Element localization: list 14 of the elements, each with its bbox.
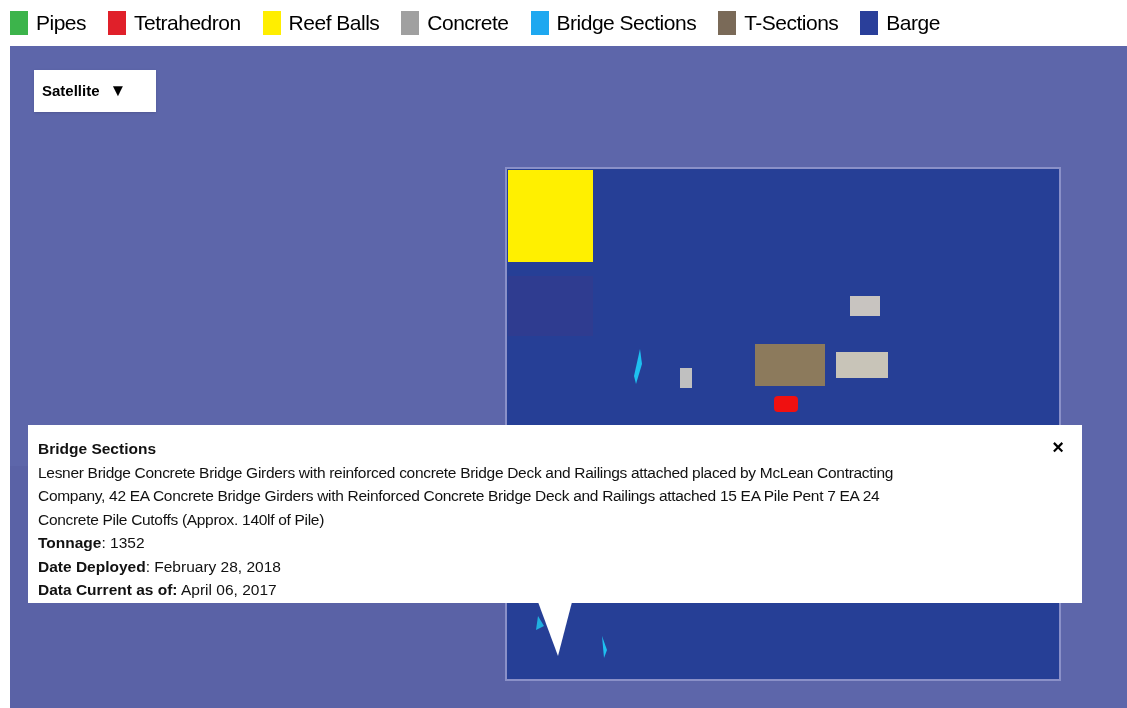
popup-description: Lesner Bridge Concrete Bridge Girders with reinforced concrete Bridge Deck and Railings attached placed by McLean Contracting Company, 42 EA Concrete Bridge Girders with Reinforced Concrete Bridge Deck and Railings attached 15 EA Pile Pent 7 EA 24 Concrete Pile Cutoffs (Approx. 140lf of Pile) bbox=[38, 462, 895, 530]
close-button[interactable]: × bbox=[1052, 437, 1064, 457]
legend-label: T-Sections bbox=[744, 10, 839, 37]
legend-label: Bridge Sections bbox=[556, 10, 697, 37]
popup-field: Data Current as of: April 06, 2017 bbox=[38, 578, 277, 602]
legend-label: Barge bbox=[886, 10, 940, 37]
map-type-dropdown[interactable]: Satellite ▼ bbox=[34, 70, 156, 112]
legend-label: Reef Balls bbox=[288, 10, 380, 37]
popup-field: Tonnage: 1352 bbox=[38, 531, 145, 555]
legend-label: Concrete bbox=[427, 10, 509, 37]
legend-label: Pipes bbox=[36, 10, 87, 37]
popup-title: Bridge Sections bbox=[38, 439, 156, 459]
popup-field: Date Deployed: February 28, 2018 bbox=[38, 554, 281, 578]
legend-label: Tetrahedron bbox=[134, 10, 241, 37]
